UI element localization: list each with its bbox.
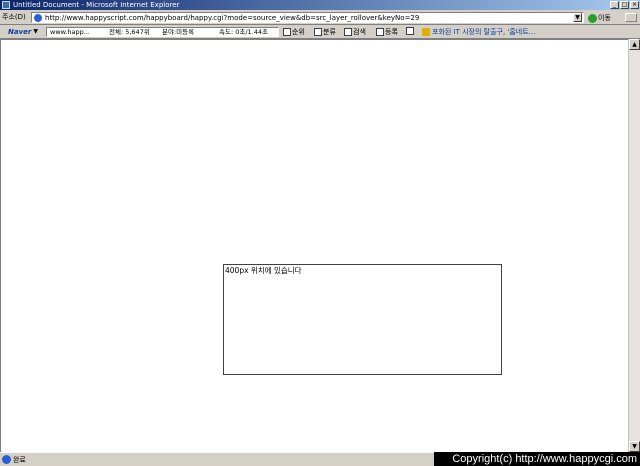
layer-text: 400px 위치에 있습니다 [225, 266, 302, 275]
address-bar: 주소(D) ▼ 이동 [0, 10, 640, 25]
scroll-up-icon[interactable]: ▲ [629, 39, 640, 50]
register-button[interactable]: 등록 [376, 27, 398, 37]
address-input[interactable] [45, 13, 565, 22]
news-text: 포화된 IT 시장의 탈출구, '홈네트... [432, 28, 536, 36]
naver-logo: Naver [8, 27, 32, 36]
go-label: 이동 [598, 14, 611, 22]
maximize-button[interactable]: □ [620, 1, 629, 9]
register-icon [376, 28, 384, 36]
minimize-button[interactable]: _ [610, 1, 619, 9]
links-button[interactable] [625, 13, 637, 22]
total-rank-text: 전체: 5,647위 [109, 28, 150, 36]
mail-icon [406, 27, 414, 35]
category-text: 분야:미등록 [162, 28, 195, 36]
address-field[interactable]: ▼ [31, 12, 584, 23]
address-dropdown-button[interactable]: ▼ [573, 13, 582, 22]
search-icon [344, 28, 352, 36]
go-button[interactable]: 이동 [588, 13, 611, 23]
speed-text: 속도: 0초/1.44초 [219, 28, 268, 36]
copyright-overlay: Copyright(c) http://www.happycgi.com [434, 452, 640, 466]
title-bar: Untitled Document - Microsoft Internet E… [0, 0, 640, 10]
folder-icon [314, 28, 322, 36]
window-title: Untitled Document - Microsoft Internet E… [13, 1, 180, 9]
ie-page-icon [34, 13, 42, 22]
site-info-box: www.happ... 전체: 5,647위 분야:미등록 속도: 0초/1.4… [46, 27, 279, 37]
classify-label: 분류 [323, 28, 336, 36]
page-viewport[interactable]: 400px 위치에 있습니다 [0, 39, 628, 452]
rank-icon [283, 28, 291, 36]
mail-button[interactable] [406, 27, 415, 35]
rank-label: 순위 [292, 28, 305, 36]
close-button[interactable]: × [630, 1, 639, 9]
naver-menu-button[interactable]: Naver ▼ [8, 28, 38, 36]
news-ticker-link[interactable]: 포화된 IT 시장의 탈출구, '홈네트... [422, 27, 535, 37]
rank-button[interactable]: 순위 [283, 27, 305, 37]
go-arrow-icon [588, 13, 597, 23]
window-controls: _ □ × [610, 1, 639, 9]
news-icon [422, 28, 430, 36]
naver-toolbar: Naver ▼ www.happ... 전체: 5,647위 분야:미등록 속도… [0, 25, 640, 39]
positioned-layer-box: 400px 위치에 있습니다 [223, 264, 502, 375]
classify-button[interactable]: 분류 [314, 27, 336, 37]
address-label: 주소(D) [2, 13, 26, 21]
chevron-down-icon: ▼ [33, 28, 38, 35]
site-text: www.happ... [50, 28, 90, 36]
ie-app-icon[interactable] [2, 1, 10, 9]
vertical-scrollbar[interactable]: ▲ ▼ [628, 39, 640, 452]
search-button[interactable]: 검색 [344, 27, 366, 37]
scroll-down-icon[interactable]: ▼ [629, 441, 640, 452]
register-label: 등록 [385, 28, 398, 36]
status-text: 완료 [13, 455, 26, 464]
search-label: 검색 [353, 28, 366, 36]
status-page-icon [2, 455, 11, 464]
